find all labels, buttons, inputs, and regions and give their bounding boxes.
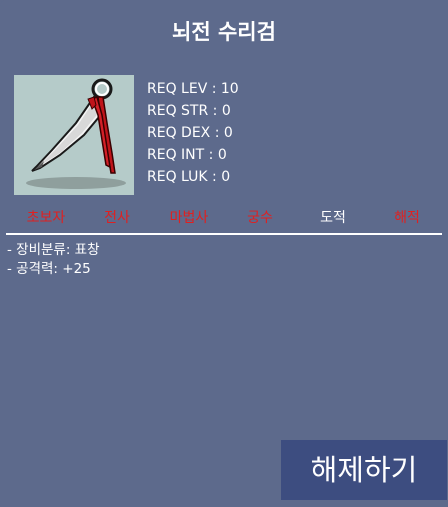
item-category: - 장비분류: 표창	[7, 242, 100, 258]
job-requirements: 초보자 전사 마법사 궁수 도적 해적	[0, 208, 448, 230]
req-int: REQ INT : 0	[147, 147, 227, 163]
item-icon-frame	[14, 75, 134, 195]
item-info: - 장비분류: 표창 - 공격력: +25	[7, 241, 100, 279]
job-warrior: 전사	[104, 210, 130, 226]
unequip-button[interactable]: 해제하기	[281, 440, 447, 500]
req-luk: REQ LUK : 0	[147, 169, 231, 185]
job-pirate: 해적	[394, 210, 420, 226]
job-magician: 마법사	[169, 210, 209, 226]
item-tooltip-panel: 뇌전 수리검 REQ LEV : 10 REQ STR : 0 REQ DEX …	[0, 0, 448, 507]
requirements-list: REQ LEV : 10 REQ STR : 0 REQ DEX : 0 REQ…	[147, 78, 239, 188]
job-beginner: 초보자	[26, 210, 66, 226]
req-level: REQ LEV : 10	[147, 81, 239, 97]
job-bowman: 궁수	[247, 210, 273, 226]
job-thief: 도적	[320, 210, 346, 226]
divider	[6, 233, 442, 235]
req-dex: REQ DEX : 0	[147, 125, 233, 141]
item-attack: - 공격력: +25	[7, 261, 91, 277]
req-str: REQ STR : 0	[147, 103, 231, 119]
item-name: 뇌전 수리검	[172, 20, 276, 44]
throwing-star-icon	[26, 78, 126, 189]
